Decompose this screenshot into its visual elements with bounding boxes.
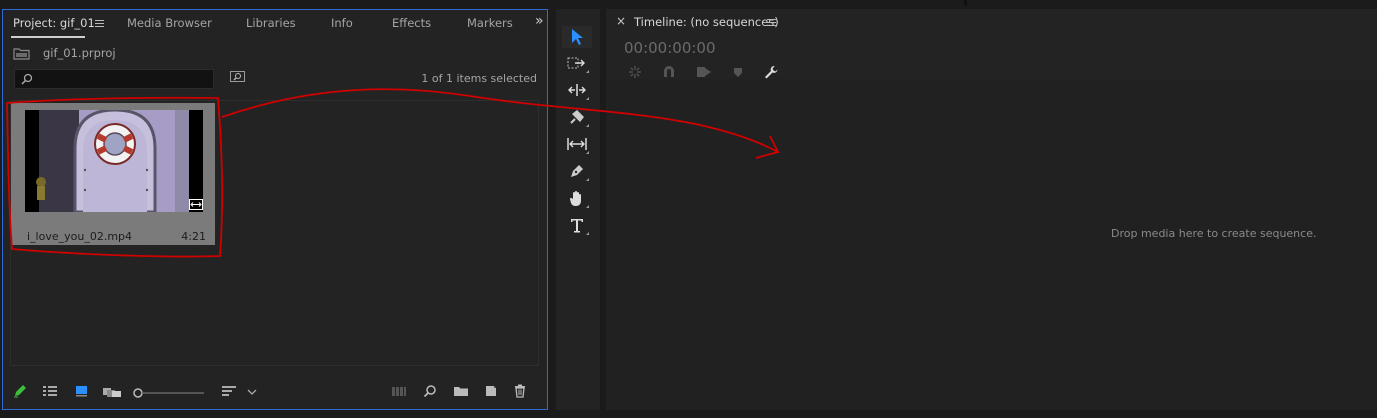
- slip-tool-icon: [567, 138, 587, 150]
- folder-icon: [13, 47, 30, 60]
- search-icon: [21, 73, 33, 85]
- automate-to-sequence-icon[interactable]: [391, 384, 407, 398]
- active-tab-indicator: [11, 36, 85, 38]
- razor-tool-icon: [570, 110, 584, 124]
- track-select-tool[interactable]: [562, 52, 592, 74]
- panel-menu-icon[interactable]: [767, 19, 776, 27]
- ripple-edit-tool[interactable]: [562, 79, 592, 101]
- panel-menu-icon[interactable]: [95, 20, 104, 28]
- status-strip: [0, 410, 1377, 418]
- wrench-icon[interactable]: [764, 65, 780, 79]
- tab-media-browser[interactable]: Media Browser: [127, 16, 212, 30]
- trash-icon[interactable]: [513, 384, 527, 398]
- tab-project[interactable]: Project: gif_01: [13, 16, 95, 30]
- tab-info[interactable]: Info: [331, 16, 353, 30]
- project-panel: Project: gif_01 Media Browser Libraries …: [2, 9, 548, 410]
- search-input[interactable]: [14, 69, 214, 89]
- clip-thumbnail: [25, 110, 203, 212]
- freeform-view-icon[interactable]: [102, 384, 122, 398]
- nest-toggle-icon[interactable]: [628, 65, 642, 79]
- timeline-panel: × Timeline: (no sequences) 00:00:00:00 D…: [606, 9, 1377, 410]
- selection-tool[interactable]: [562, 26, 592, 48]
- panel-divider: [964, 0, 967, 6]
- tools-panel: [556, 9, 600, 410]
- clip-name: i_love_you_02.mp4: [27, 230, 133, 243]
- timeline-drop-area[interactable]: Drop media here to create sequence.: [606, 79, 1377, 410]
- selection-status: 1 of 1 items selected: [421, 72, 537, 85]
- sort-icon[interactable]: [221, 384, 237, 398]
- zoom-slider[interactable]: [133, 388, 205, 398]
- razor-tool[interactable]: [562, 106, 592, 128]
- tab-effects[interactable]: Effects: [392, 16, 431, 30]
- add-marker-icon[interactable]: [732, 65, 744, 79]
- find-icon[interactable]: [423, 384, 437, 398]
- pen-tool-icon: [571, 165, 583, 177]
- type-tool-icon: [571, 219, 583, 233]
- icon-view-icon[interactable]: [75, 384, 89, 398]
- find-in-bin-icon[interactable]: [230, 71, 245, 84]
- type-tool[interactable]: [562, 214, 592, 236]
- new-bin-icon[interactable]: [453, 384, 469, 398]
- pencil-icon[interactable]: [13, 384, 27, 398]
- chevron-down-icon[interactable]: [247, 389, 257, 396]
- track-select-tool-icon: [567, 57, 585, 69]
- close-icon[interactable]: ×: [616, 14, 626, 28]
- clip-item[interactable]: i_love_you_02.mp4 4:21: [11, 103, 215, 245]
- hand-tool-icon: [569, 190, 581, 206]
- playhead-timecode[interactable]: 00:00:00:00: [624, 39, 716, 57]
- new-item-icon[interactable]: [484, 384, 498, 398]
- ripple-edit-tool-icon: [568, 84, 586, 96]
- hand-tool[interactable]: [562, 187, 592, 209]
- linked-selection-icon[interactable]: [696, 65, 712, 79]
- clip-duration: 4:21: [181, 230, 206, 243]
- clip-type-badge-icon: [189, 199, 203, 210]
- selection-tool-icon: [572, 29, 583, 45]
- timeline-title: Timeline: (no sequences): [634, 15, 779, 29]
- snap-icon[interactable]: [662, 65, 676, 79]
- tabs-overflow-icon[interactable]: »: [535, 13, 544, 29]
- project-file-name: gif_01.prproj: [43, 46, 116, 60]
- drop-hint: Drop media here to create sequence.: [1111, 227, 1317, 240]
- list-view-icon[interactable]: [42, 384, 58, 398]
- slip-tool[interactable]: [562, 133, 592, 155]
- tab-markers[interactable]: Markers: [467, 16, 513, 30]
- pen-tool[interactable]: [562, 160, 592, 182]
- tab-libraries[interactable]: Libraries: [246, 16, 296, 30]
